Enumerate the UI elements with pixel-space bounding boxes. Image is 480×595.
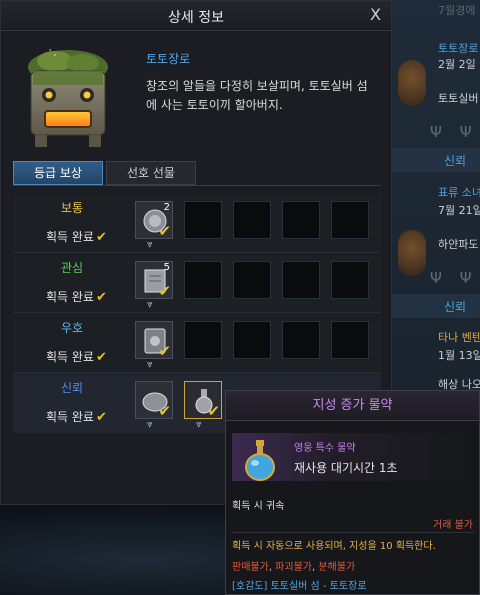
- reward-slot[interactable]: 2 ✔: [135, 201, 173, 240]
- npc-portrait: ' ,: [28, 48, 108, 147]
- trident-icon: ΨΨ: [430, 269, 472, 287]
- reward-slot[interactable]: ✔: [135, 381, 173, 420]
- tab-preferred-gift[interactable]: 선호 선물: [106, 161, 196, 185]
- chevron-down-icon: ⩔: [147, 239, 153, 250]
- background-band: 신뢰: [390, 294, 480, 318]
- tier-name: 우호: [60, 321, 84, 335]
- background-npc-name[interactable]: 표류 소녀: [438, 184, 480, 200]
- npc-name: 토토장로: [146, 52, 191, 66]
- reward-tabs: 등급 보상 선호 선물: [13, 161, 199, 186]
- reward-slot[interactable]: 5 ✔: [135, 261, 173, 300]
- potion-icon: [245, 440, 275, 481]
- reward-slot[interactable]: ✔: [135, 321, 173, 360]
- item-source: [호감도] 토토실버 섬 - 토토장로: [232, 581, 367, 592]
- check-icon: ✔: [95, 230, 107, 245]
- item-tooltip: 지성 증가 물약 영웅 특수 물약 재사용 대기시간 1초 획득 시 귀속 거래…: [225, 390, 480, 595]
- item-effect: 획득 시 자동으로 사용되며, 지성을 10 획득한다.: [232, 541, 436, 552]
- check-icon: ✔: [158, 402, 171, 420]
- item-bind-rule: 획득 시 귀속: [232, 501, 285, 512]
- background-npc-date: 2월 2일: [438, 58, 476, 71]
- background-band: 신뢰: [390, 148, 480, 172]
- dialog-titlebar: 상세 정보 X: [1, 1, 391, 31]
- tab-divider: [13, 185, 381, 186]
- chevron-down-icon: ⩔: [147, 419, 153, 430]
- empty-slot: [282, 261, 320, 299]
- check-icon: ✔: [95, 290, 107, 305]
- trident-icon: ΨΨ: [430, 123, 472, 141]
- tooltip-item-header: 영웅 특수 물약 재사용 대기시간 1초: [232, 433, 476, 481]
- tier-row-interest: 관심 획득 완료 ✔ 5 ✔ ⩔: [13, 253, 381, 313]
- tier-status: 획득 완료 ✔: [46, 410, 107, 425]
- check-icon: ✔: [158, 282, 171, 300]
- close-button[interactable]: X: [370, 5, 381, 24]
- tier-status: 획득 완료 ✔: [46, 230, 107, 245]
- tier-name: 신뢰: [60, 381, 84, 395]
- item-quantity: 5: [163, 262, 170, 273]
- empty-slot: [184, 201, 222, 239]
- empty-slot: [331, 261, 369, 299]
- background-npc-art: [398, 60, 426, 106]
- npc-description: 창조의 알들을 다정히 보살피며, 토토실버 섬에 사는 토토이끼 할아버지.: [146, 79, 368, 112]
- empty-slot: [331, 321, 369, 359]
- tier-status: 획득 완료 ✔: [46, 350, 107, 365]
- chevron-down-icon: ⩔: [147, 359, 153, 370]
- chevron-down-icon: ⩔: [147, 299, 153, 310]
- empty-slot: [233, 321, 271, 359]
- empty-slot: [233, 201, 271, 239]
- background-npc-name[interactable]: 타나 벤텐: [438, 329, 480, 345]
- item-category: 영웅 특수 물약: [294, 443, 356, 454]
- item-quantity: 2: [163, 202, 170, 213]
- tier-name: 보통: [60, 201, 84, 215]
- tier-row-normal: 보통 획득 완료 ✔ 2 ✔ ⩔: [13, 193, 381, 253]
- item-cooldown: 재사용 대기시간 1초: [294, 461, 398, 475]
- tier-name: 관심: [60, 261, 84, 275]
- svg-text:' ,: ' ,: [49, 48, 56, 57]
- check-icon: ✔: [95, 410, 107, 425]
- check-icon: ✔: [158, 342, 171, 360]
- reward-slot-selected[interactable]: ✔: [184, 381, 222, 420]
- empty-slot: [184, 321, 222, 359]
- background-npc-date: 1월 13일: [438, 349, 480, 362]
- background-faded-text: 7월경에: [438, 4, 476, 17]
- tier-row-friendly: 우호 획득 완료 ✔ ✔ ⩔: [13, 313, 381, 373]
- empty-slot: [282, 201, 320, 239]
- background-npc-desc: 하얀파도: [438, 238, 479, 251]
- tab-grade-reward[interactable]: 등급 보상: [13, 161, 103, 185]
- check-icon: ✔: [158, 222, 171, 240]
- tooltip-title: 지성 증가 물약: [226, 391, 479, 421]
- check-icon: ✔: [95, 350, 107, 365]
- empty-slot: [282, 321, 320, 359]
- empty-slot: [184, 261, 222, 299]
- item-trade-rule: 거래 불가: [433, 520, 473, 531]
- chevron-down-icon: ⩔: [196, 419, 202, 430]
- empty-slot: [331, 201, 369, 239]
- background-npc-desc: 토토실버: [438, 92, 479, 105]
- tooltip-divider: [232, 532, 474, 533]
- tier-status: 획득 완료 ✔: [46, 290, 107, 305]
- background-npc-name[interactable]: 토토장로: [438, 40, 478, 56]
- item-restrictions: 판매불가, 파괴불가, 분해불가: [232, 562, 356, 573]
- check-icon: ✔: [207, 402, 220, 420]
- background-npc-date: 7월 21일: [438, 204, 480, 217]
- dialog-title: 상세 정보: [168, 10, 224, 26]
- empty-slot: [233, 261, 271, 299]
